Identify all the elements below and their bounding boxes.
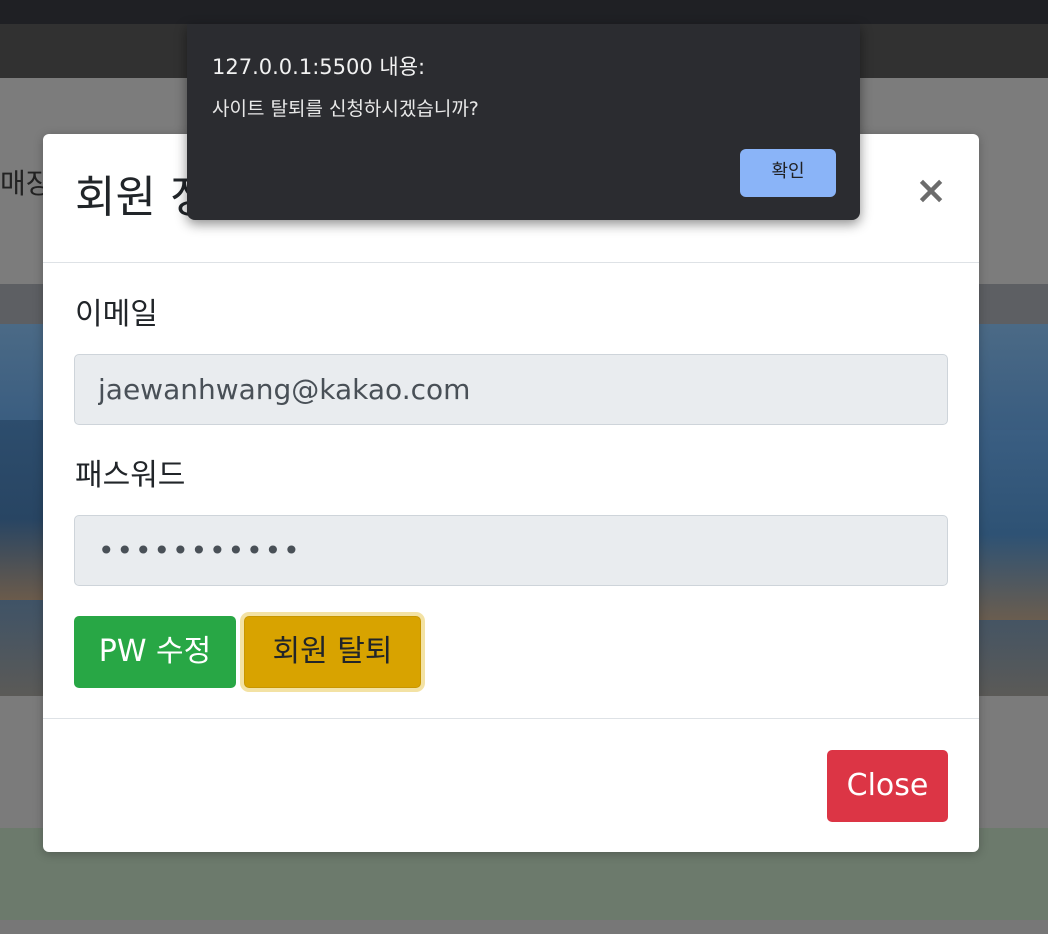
page-bottom [0,920,1048,934]
close-button[interactable]: Close [827,750,948,822]
modal-footer: Close [43,718,979,852]
dialog-origin: 127.0.0.1:5500 내용: [212,55,426,79]
change-password-button[interactable]: PW 수정 [74,616,236,688]
hero-building-right [978,430,1048,620]
withdraw-membership-button[interactable]: 회원 탈퇴 [244,616,421,688]
browser-confirm-dialog: 127.0.0.1:5500 내용: 사이트 탈퇴를 신청하시겠습니까? 확인 [187,24,860,220]
email-field[interactable] [74,354,948,425]
member-info-modal: 회원 정보 × 이메일 패스워드 PW 수정 회원 탈퇴 Close [43,134,979,852]
dialog-message: 사이트 탈퇴를 신청하시겠습니까? [212,98,479,120]
email-label: 이메일 [75,297,158,332]
password-label: 패스워드 [75,458,186,493]
confirm-ok-button[interactable]: 확인 [740,149,836,197]
hero-building-left [0,420,44,600]
password-field[interactable] [74,515,948,586]
close-icon[interactable]: × [915,170,947,210]
browser-top-bar [0,0,1048,24]
modal-body: 이메일 패스워드 PW 수정 회원 탈퇴 [43,263,979,718]
